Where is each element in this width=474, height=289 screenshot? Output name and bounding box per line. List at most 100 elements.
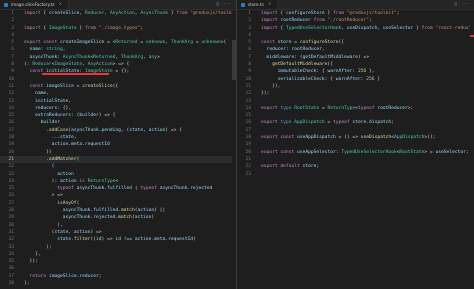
line-number[interactable]: 3 <box>0 25 14 32</box>
code-line[interactable]: 10 serializableCheck: { warnAfter: 256 } <box>237 76 474 83</box>
code-line[interactable]: 29 asyncThunk.rejected.match(action) <box>0 214 236 221</box>
line-number[interactable]: 5 <box>0 39 14 46</box>
code-line[interactable]: 1 import { configureStore } from "@reduxj… <box>237 10 474 17</box>
line-number[interactable]: 12 <box>0 90 14 97</box>
line-number[interactable]: 21 <box>0 156 14 163</box>
code-line[interactable]: 21 <box>237 156 474 163</box>
close-icon[interactable]: × <box>268 2 272 7</box>
code-line[interactable]: 12 name, <box>0 90 236 97</box>
line-number[interactable]: 35 <box>0 258 14 265</box>
code-line[interactable]: 13 initialState, <box>0 98 236 105</box>
code-text[interactable]: state.filter((id) => id !== action.meta.… <box>24 236 196 243</box>
code-text[interactable]: ...state, <box>24 134 77 141</box>
line-number[interactable]: 8 <box>0 61 14 68</box>
line-number[interactable]: 13 <box>0 98 14 105</box>
code-text[interactable]: }); <box>261 90 269 97</box>
code-text[interactable]: return imageSlice.reducer; <box>24 273 102 280</box>
code-line[interactable]: 38}; <box>0 280 236 287</box>
code-text[interactable]: export type RootState = ReturnType<typeo… <box>261 105 413 112</box>
line-number[interactable]: 34 <box>0 251 14 258</box>
line-number[interactable]: 33 <box>0 244 14 251</box>
code-text[interactable]: ): action is ReturnType< <box>24 178 119 185</box>
code-text[interactable]: name, <box>24 90 49 97</box>
code-text[interactable]: middleware: (getDefaultMiddleware) => <box>261 54 369 61</box>
code-text[interactable]: typeof asyncThunk.fulfilled | typeof asy… <box>24 185 212 192</box>
line-number[interactable]: 18 <box>0 134 14 141</box>
code-line[interactable]: 19 action.meta.requestId <box>0 141 236 148</box>
code-text[interactable]: action.meta.requestId <box>24 141 110 148</box>
line-number[interactable]: 37 <box>0 273 14 280</box>
line-number[interactable]: 26 <box>0 192 14 199</box>
line-number[interactable]: 30 <box>0 222 14 229</box>
code-line[interactable]: 26 > => <box>0 192 236 199</box>
code-line[interactable]: 2 import rootReducer from "./rootReducer"… <box>237 17 474 24</box>
code-line[interactable]: 9 const initialState: ImageState = {}; <box>0 68 236 75</box>
code-text[interactable]: getDefaultMiddleware({ <box>261 61 333 68</box>
split-editor-icon[interactable]: ◫ <box>216 2 219 7</box>
code-line[interactable]: 27 isAnyOf( <box>0 200 236 207</box>
line-number[interactable]: 3 <box>237 25 251 32</box>
code-text[interactable]: import { TypedUseSelectorHook, useDispat… <box>261 25 474 32</box>
code-line[interactable]: 16 export type AppDispatch = typeof store… <box>237 119 474 126</box>
line-number[interactable]: 5 <box>237 39 251 46</box>
code-text[interactable]: export const useAppDispatch = () => useD… <box>261 134 435 141</box>
code-line[interactable]: 11 }), <box>237 83 474 90</box>
line-number[interactable]: 9 <box>237 68 251 75</box>
code-text[interactable]: }); <box>24 258 38 265</box>
code-text[interactable]: import { createSlice, Reducer, AnyAction… <box>24 10 236 17</box>
right-code-area[interactable]: 1 import { configureStore } from "@reduxj… <box>237 10 474 289</box>
code-text[interactable]: (state, action) => <box>24 229 102 236</box>
code-line[interactable]: 7 middleware: (getDefaultMiddleware) => <box>237 54 474 61</box>
line-number[interactable]: 14 <box>237 105 251 112</box>
line-number[interactable]: 2 <box>237 17 251 24</box>
code-text[interactable]: > => <box>24 192 63 199</box>
line-number[interactable]: 16 <box>0 119 14 126</box>
line-number[interactable]: 6 <box>0 46 14 53</box>
code-line[interactable]: 23 action <box>0 171 236 178</box>
code-line[interactable]: 4 <box>0 32 236 39</box>
line-number[interactable]: 6 <box>237 46 251 53</box>
line-number[interactable]: 22 <box>237 163 251 170</box>
code-line[interactable]: 3 import { TypedUseSelectorHook, useDispa… <box>237 25 474 32</box>
code-line[interactable]: 25 typeof asyncThunk.fulfilled | typeof … <box>0 185 236 192</box>
line-number[interactable]: 4 <box>237 32 251 39</box>
code-text[interactable]: ): Reducer<ImageState, AnyAction> => { <box>24 61 129 68</box>
line-number[interactable]: 20 <box>0 149 14 156</box>
code-line[interactable]: 4 <box>237 32 474 39</box>
line-number[interactable]: 29 <box>0 214 14 221</box>
code-text[interactable]: builder <box>24 119 60 126</box>
code-line[interactable]: 14 reducers: {}, <box>0 105 236 112</box>
code-line[interactable]: 18 ...state, <box>0 134 236 141</box>
code-line[interactable]: 21 .addMatcher( <box>0 155 236 164</box>
line-number[interactable]: 38 <box>0 280 14 287</box>
line-number[interactable]: 17 <box>0 127 14 134</box>
code-text[interactable]: }, <box>24 251 41 258</box>
line-number[interactable]: 23 <box>237 171 251 178</box>
line-number[interactable]: 15 <box>237 112 251 119</box>
code-line[interactable]: 23 <box>237 171 474 178</box>
code-text[interactable]: export default store; <box>261 163 319 170</box>
code-text[interactable]: export const useAppSelector: TypedUseSel… <box>261 149 469 156</box>
code-text[interactable]: reducer: rootReducer, <box>261 46 325 53</box>
code-line[interactable]: 10 <box>0 76 236 83</box>
code-line[interactable]: 35 }); <box>0 258 236 265</box>
split-editor-icon[interactable]: ◫ <box>454 2 457 7</box>
code-line[interactable]: 28 asyncThunk.fulfilled.match(action) || <box>0 207 236 214</box>
line-number[interactable]: 11 <box>237 83 251 90</box>
line-number[interactable]: 31 <box>0 229 14 236</box>
code-text[interactable]: import { ImageState } from "./image.type… <box>24 25 143 32</box>
code-line[interactable]: 9 immutableCheck: { warnAfter: 256 }, <box>237 68 474 75</box>
line-number[interactable]: 27 <box>0 200 14 207</box>
line-number[interactable]: 7 <box>0 54 14 61</box>
line-number[interactable]: 7 <box>237 54 251 61</box>
code-line[interactable]: 20 export const useAppSelector: TypedUseS… <box>237 149 474 156</box>
line-number[interactable]: 14 <box>0 105 14 112</box>
line-number[interactable]: 36 <box>0 265 14 272</box>
code-line[interactable]: 5 const store = configureStore({ <box>237 39 474 46</box>
more-actions-icon[interactable]: ··· <box>223 2 231 7</box>
code-text[interactable]: const imageSlice = createSlice({ <box>24 83 119 90</box>
line-number[interactable]: 28 <box>0 207 14 214</box>
more-actions-icon[interactable]: ··· <box>461 2 469 7</box>
code-line[interactable]: 12}); <box>237 90 474 97</box>
code-text[interactable]: reducers: {}, <box>24 105 71 112</box>
